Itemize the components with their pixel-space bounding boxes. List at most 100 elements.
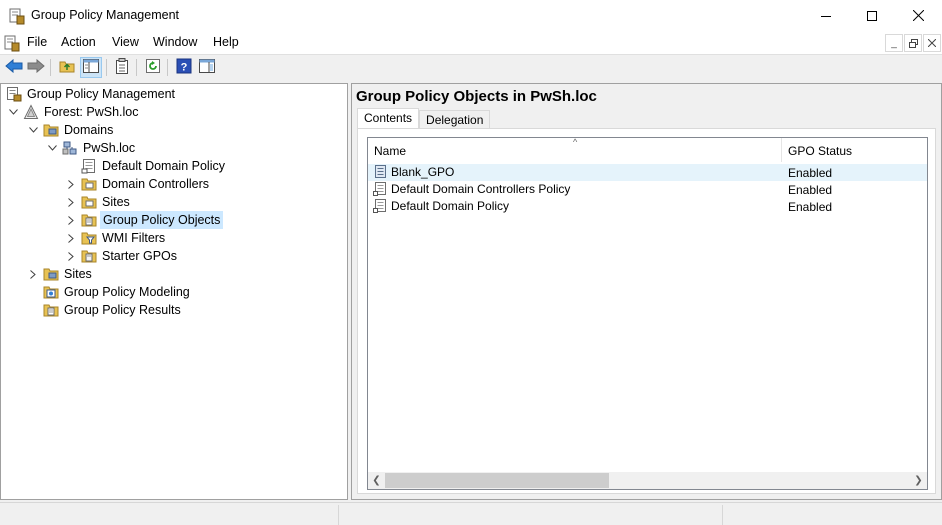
mmc-system-menu-icon[interactable] [4, 34, 20, 52]
scroll-right-icon[interactable]: ❯ [910, 472, 927, 489]
tab-delegation[interactable]: Delegation [419, 110, 491, 129]
gpo-name: Default Domain Controllers Policy [391, 182, 571, 196]
gpo-status: Enabled [788, 166, 833, 180]
chevron-right-icon[interactable] [65, 250, 77, 262]
menu-help[interactable]: Help [211, 35, 241, 49]
gpo-link-icon [81, 158, 97, 174]
tree-node-forest[interactable]: Forest: PwSh.loc [7, 103, 140, 121]
menu-window[interactable]: Window [151, 35, 199, 49]
tree-label: Starter GPOs [102, 249, 178, 263]
menu-file[interactable]: File [25, 35, 49, 49]
table-row[interactable]: Default Domain Controllers Policy Enable… [368, 181, 927, 198]
forest-icon [23, 104, 39, 120]
ou-folder-icon [81, 176, 97, 192]
tree-node-gp-modeling[interactable]: Group Policy Modeling [43, 283, 192, 301]
chevron-right-icon[interactable] [65, 214, 77, 226]
gpo-name: Blank_GPO [391, 165, 455, 179]
child-close-button[interactable] [923, 34, 941, 52]
starter-gpo-folder-icon [81, 248, 97, 264]
cell-name: Default Domain Controllers Policy [373, 182, 570, 196]
horizontal-scrollbar[interactable]: ❮ ❯ [368, 472, 927, 489]
mdi-child-controls: _ [884, 32, 941, 54]
child-restore-button[interactable] [904, 34, 922, 52]
back-button[interactable] [3, 57, 25, 78]
sort-ascending-icon: ^ [573, 137, 578, 147]
gpmc-app-icon[interactable] [9, 7, 25, 25]
wmi-filter-icon [81, 230, 97, 246]
toolbar-separator [106, 59, 107, 76]
scroll-left-icon[interactable]: ❮ [368, 472, 385, 489]
gpo-folder-icon [81, 212, 97, 228]
scrollbar-thumb[interactable] [385, 473, 609, 488]
toolbar-separator [50, 59, 51, 76]
tree-label: Default Domain Policy [102, 159, 225, 173]
ou-folder-icon [81, 194, 97, 210]
tree-node-domains[interactable]: Domains [27, 121, 115, 139]
menu-action[interactable]: Action [59, 35, 98, 49]
column-header-label: GPO Status [788, 144, 853, 158]
chevron-right-icon[interactable] [65, 178, 77, 190]
tree-label: Domains [64, 123, 114, 137]
page-title: Group Policy Objects in PwSh.loc [356, 88, 597, 105]
svg-text:?: ? [181, 62, 188, 74]
up-folder-icon [59, 59, 75, 76]
tree-node-wmi-filters[interactable]: WMI Filters [65, 229, 167, 247]
chevron-right-icon[interactable] [27, 268, 39, 280]
help-icon: ? [176, 58, 192, 77]
menu-view[interactable]: View [110, 35, 141, 49]
minimize-button[interactable] [803, 0, 849, 31]
gpo-icon [373, 182, 387, 196]
tree-node-sites-child[interactable]: Sites [65, 193, 132, 211]
console-tree[interactable]: Group Policy Management Forest: PwSh.loc… [0, 83, 348, 500]
tree-label: Group Policy Objects [100, 211, 224, 229]
status-bar-section [722, 505, 942, 525]
tree-label: Group Policy Results [64, 303, 181, 317]
gpo-status: Enabled [788, 183, 833, 197]
toolbar-separator [167, 59, 168, 76]
tree-node-sites[interactable]: Sites [27, 265, 94, 283]
table-row[interactable]: Blank_GPO Enabled [368, 164, 927, 181]
title-bar: Group Policy Management [0, 0, 942, 32]
maximize-button[interactable] [849, 0, 895, 31]
window-title: Group Policy Management [31, 8, 179, 22]
list-header: Name ^ GPO Status [368, 138, 927, 162]
chevron-down-icon[interactable] [27, 124, 39, 136]
chevron-down-icon[interactable] [46, 142, 58, 154]
contents-tab-panel: Name ^ GPO Status Blank_GPO Enabled Defa… [357, 128, 936, 494]
refresh-button[interactable] [142, 57, 164, 78]
show-hide-tree-icon [83, 59, 99, 76]
child-minimize-button[interactable]: _ [885, 34, 903, 52]
tree-node-group-policy-objects[interactable]: Group Policy Objects [65, 211, 224, 229]
status-bar-section [338, 505, 722, 525]
show-hide-action-pane-button[interactable] [196, 57, 218, 78]
gpo-status: Enabled [788, 200, 833, 214]
tab-contents[interactable]: Contents [357, 108, 420, 129]
properties-button[interactable] [111, 57, 133, 78]
gpo-icon [373, 165, 387, 179]
tree-node-domain-pwsh[interactable]: PwSh.loc [46, 139, 137, 157]
column-header-name[interactable]: Name ^ [368, 138, 782, 162]
close-button[interactable] [895, 0, 941, 31]
chevron-right-icon[interactable] [65, 196, 77, 208]
gpo-list[interactable]: Name ^ GPO Status Blank_GPO Enabled Defa… [367, 137, 928, 490]
table-row[interactable]: Default Domain Policy Enabled [368, 198, 927, 215]
cell-name: Default Domain Policy [373, 199, 509, 213]
menu-bar: File Action View Window Help [0, 32, 942, 54]
tree-node-gp-results[interactable]: Group Policy Results [43, 301, 183, 319]
tree-node-domain-controllers[interactable]: Domain Controllers [65, 175, 211, 193]
help-button[interactable]: ? [173, 57, 195, 78]
forward-button[interactable] [25, 57, 47, 78]
chevron-down-icon[interactable] [7, 106, 19, 118]
tree-node-gpm-root[interactable]: Group Policy Management [6, 85, 177, 103]
tree-label: Sites [64, 267, 92, 281]
tree-node-default-domain-policy[interactable]: Default Domain Policy [81, 157, 227, 175]
status-bar [0, 502, 942, 525]
up-one-level-button[interactable] [56, 57, 78, 78]
chevron-right-icon[interactable] [65, 232, 77, 244]
column-header-status[interactable]: GPO Status [782, 138, 927, 162]
tree-label: PwSh.loc [83, 141, 136, 155]
show-hide-console-tree-button[interactable] [80, 57, 102, 78]
tree-label: WMI Filters [102, 231, 166, 245]
results-pane: Group Policy Objects in PwSh.loc Content… [351, 83, 942, 500]
tree-node-starter-gpos[interactable]: Starter GPOs [65, 247, 179, 265]
